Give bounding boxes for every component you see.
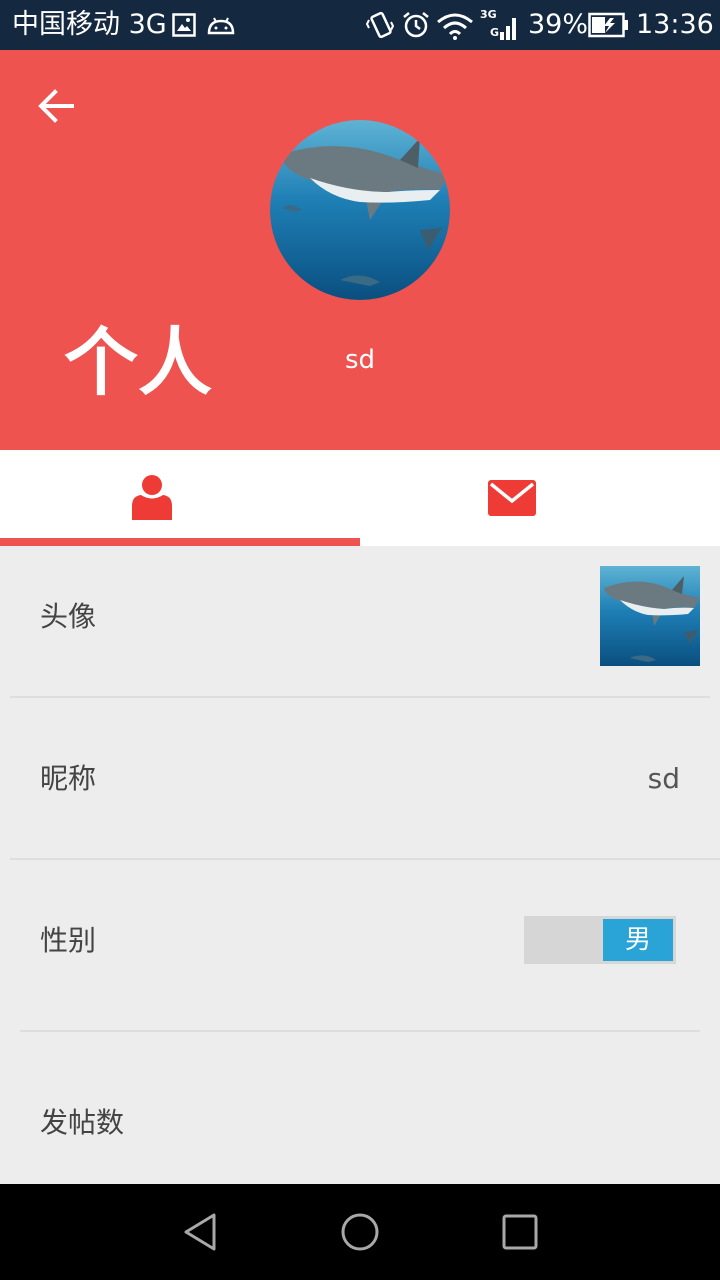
- nickname-value[interactable]: sd: [560, 759, 680, 799]
- nickname-row-label: 昵称: [40, 762, 97, 795]
- envelope-icon: [488, 480, 536, 516]
- vibrate-icon: [366, 11, 394, 39]
- avatar-row-label: 头像: [40, 600, 97, 633]
- divider: [10, 696, 710, 698]
- alarm-icon: [403, 12, 429, 38]
- android-icon: [207, 17, 235, 35]
- person-icon: [132, 475, 172, 520]
- signal-icon: 3G G: [480, 8, 516, 40]
- arrow-left-icon[interactable]: [36, 86, 76, 126]
- home-circle-icon[interactable]: [340, 1212, 380, 1252]
- divider: [20, 1030, 700, 1032]
- posts-row-label: 发帖数: [40, 1106, 125, 1139]
- divider: [10, 858, 720, 860]
- recents-square-icon[interactable]: [502, 1214, 538, 1250]
- avatar[interactable]: [270, 120, 450, 300]
- svg-text:G: G: [490, 26, 499, 39]
- tab-profile[interactable]: [0, 450, 360, 546]
- svg-text:3G: 3G: [480, 8, 497, 21]
- shark-photo: [600, 566, 700, 666]
- battery-percent: 39%: [528, 9, 589, 40]
- clock: 13:36: [636, 9, 714, 40]
- back-triangle-icon[interactable]: [182, 1212, 220, 1252]
- gender-row-label: 性别: [40, 924, 97, 957]
- wifi-icon: [437, 13, 473, 40]
- image-icon: [172, 13, 196, 37]
- tab-indicator: [0, 538, 360, 546]
- battery-icon: [588, 12, 628, 38]
- navigation-bar: [0, 1184, 720, 1280]
- avatar-thumbnail[interactable]: [600, 566, 700, 666]
- tab-messages[interactable]: [360, 450, 720, 546]
- page-title: 个人: [64, 320, 212, 406]
- gender-toggle-value[interactable]: 男: [603, 919, 673, 961]
- carrier-label: 中国移动 3G: [12, 9, 167, 40]
- username-label: sd: [344, 345, 376, 375]
- shark-photo: [270, 120, 450, 300]
- status-bar: 中国移动 3G 3G G 39% 13:36: [0, 0, 720, 50]
